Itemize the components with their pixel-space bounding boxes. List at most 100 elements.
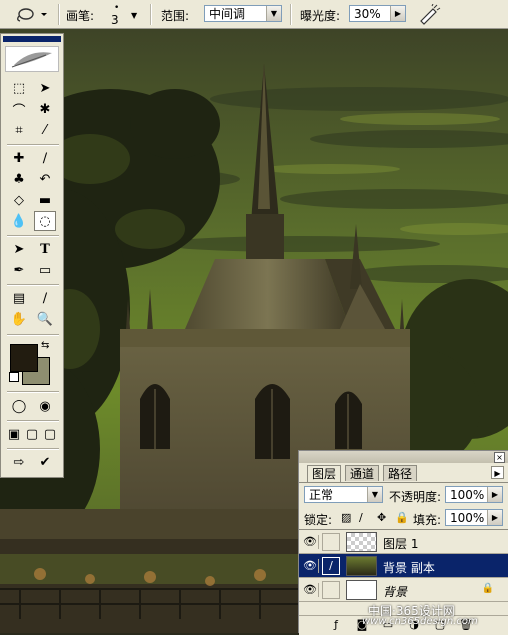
options-bar: 画笔: • 3 ▼ 范围: 中间调 ▼ 曝光度: 30% ▶ bbox=[0, 0, 508, 29]
divider bbox=[7, 334, 59, 336]
checkmark-icon: ✔ bbox=[39, 454, 51, 470]
screen-mode-icon: ▢ bbox=[43, 426, 57, 442]
layer-link-slot[interactable] bbox=[322, 533, 340, 551]
magic-wand-icon: ✱ bbox=[39, 101, 51, 117]
fill-value: 100% bbox=[450, 511, 485, 525]
layer-row[interactable]: 👁 图层 1 bbox=[299, 530, 508, 554]
fill-field[interactable]: 100% ▶ bbox=[445, 509, 503, 526]
eye-icon[interactable]: 👁 bbox=[302, 535, 319, 549]
lock-transparency-icon[interactable]: ▨ bbox=[341, 511, 351, 524]
opacity-field[interactable]: 100% ▶ bbox=[445, 486, 503, 503]
lasso-icon: ⌒ bbox=[12, 103, 26, 119]
zoom-tool[interactable]: 🔍 bbox=[34, 309, 56, 329]
magic-wand-tool[interactable]: ✱ bbox=[34, 99, 56, 119]
layer-row[interactable]: 👁 ∕ 背景 副本 bbox=[299, 554, 508, 578]
gradient-tool[interactable]: ▬ bbox=[34, 190, 56, 210]
jump-to-imageready-button[interactable]: ⇨ bbox=[8, 452, 30, 472]
tool-preset-picker[interactable] bbox=[14, 4, 48, 24]
history-brush-tool[interactable]: ↶ bbox=[34, 169, 56, 189]
edit-button[interactable]: ✔ bbox=[34, 452, 56, 472]
divider bbox=[7, 420, 59, 422]
chevron-down-icon: ▼ bbox=[367, 487, 382, 502]
lock-position-icon[interactable]: ✥ bbox=[377, 511, 386, 524]
slice-icon: ⁄ bbox=[43, 122, 47, 138]
close-icon[interactable]: × bbox=[494, 452, 505, 463]
clone-stamp-tool[interactable]: ♣ bbox=[8, 169, 30, 189]
palette-tabs: 图层 通道 路径 bbox=[299, 465, 508, 483]
exposure-label: 曝光度: bbox=[300, 9, 341, 23]
brush-label: 画笔: bbox=[66, 9, 95, 23]
slice-tool[interactable]: ⁄ bbox=[34, 120, 56, 140]
brush-icon[interactable]: ∕ bbox=[322, 557, 340, 575]
airbrush-toggle[interactable] bbox=[416, 3, 442, 25]
move-icon: ➤ bbox=[39, 80, 51, 96]
screen-mode-standard[interactable]: ▣ bbox=[5, 424, 23, 444]
drop-icon: 💧 bbox=[10, 213, 28, 229]
layer-row[interactable]: 👁 背景 🔒 bbox=[299, 578, 508, 602]
lasso-tool[interactable]: ⌒ bbox=[8, 99, 30, 119]
layer-style-icon[interactable]: ƒ bbox=[329, 618, 343, 632]
tab-layers[interactable]: 图层 bbox=[307, 465, 342, 482]
brush-tool[interactable]: ∕ bbox=[34, 148, 56, 168]
burn-tool-icon bbox=[17, 8, 47, 22]
quick-mask-icon: ◉ bbox=[39, 398, 51, 414]
toolbox-titlebar[interactable] bbox=[3, 36, 61, 42]
hand-tool[interactable]: ✋ bbox=[8, 309, 30, 329]
range-select[interactable]: 中间调 ▼ bbox=[204, 5, 282, 22]
eye-icon[interactable]: 👁 bbox=[302, 583, 319, 597]
brush-size-picker[interactable]: • 3 ▼ bbox=[108, 3, 142, 28]
notes-tool[interactable]: ▤ bbox=[8, 288, 30, 308]
marquee-tool[interactable]: ⬚ bbox=[8, 78, 30, 98]
chevron-down-icon: ▼ bbox=[266, 6, 281, 21]
layer-link-slot[interactable] bbox=[322, 581, 340, 599]
burn-tool[interactable]: ◌ bbox=[34, 211, 56, 231]
layer-name: 背景 副本 bbox=[383, 561, 435, 575]
healing-brush-tool[interactable]: ✚ bbox=[8, 148, 30, 168]
screen-mode-full[interactable]: ▢ bbox=[41, 424, 59, 444]
arrow-icon: ➤ bbox=[13, 241, 25, 257]
blend-mode-select[interactable]: 正常 ▼ bbox=[304, 486, 383, 503]
exposure-value: 30% bbox=[354, 7, 381, 21]
hand-icon: ✋ bbox=[10, 311, 28, 327]
notes-icon: ▤ bbox=[12, 290, 26, 306]
default-colors-icon[interactable] bbox=[9, 372, 19, 382]
brush-icon: ∕ bbox=[42, 150, 48, 166]
chevron-down-icon: ▼ bbox=[131, 11, 138, 20]
palette-menu-button[interactable]: ▶ bbox=[491, 466, 504, 479]
swap-colors-icon[interactable]: ⇆ bbox=[41, 340, 49, 351]
tab-paths[interactable]: 路径 bbox=[383, 465, 418, 481]
lock-paint-icon[interactable]: ∕ bbox=[359, 511, 363, 524]
exposure-field[interactable]: 30% ▶ bbox=[349, 5, 406, 22]
opacity-label: 不透明度: bbox=[389, 490, 442, 504]
palette-titlebar[interactable]: × bbox=[299, 451, 508, 463]
pen-tool[interactable]: ✒ bbox=[8, 260, 30, 280]
crop-tool[interactable]: ⌗ bbox=[8, 120, 30, 140]
divider bbox=[7, 284, 59, 286]
move-tool[interactable]: ➤ bbox=[34, 78, 56, 98]
standard-mode-button[interactable]: ◯ bbox=[8, 396, 30, 416]
blur-tool[interactable]: 💧 bbox=[8, 211, 30, 231]
type-tool[interactable]: T bbox=[34, 239, 56, 259]
eyedropper-tool[interactable]: ∕ bbox=[34, 288, 56, 308]
watermark-url: www.cn365design.com bbox=[362, 616, 478, 627]
brush-dot-icon: • bbox=[114, 3, 120, 13]
screen-mode-icon: ▣ bbox=[7, 426, 21, 442]
feather-logo[interactable] bbox=[5, 46, 59, 72]
screen-mode-menubar[interactable]: ▢ bbox=[23, 424, 41, 444]
gradient-icon: ▬ bbox=[38, 192, 52, 208]
rectangle-tool[interactable]: ▭ bbox=[34, 260, 56, 280]
divider bbox=[7, 235, 59, 237]
foreground-color-swatch[interactable] bbox=[10, 344, 38, 372]
path-selection-tool[interactable]: ➤ bbox=[8, 239, 30, 259]
divider bbox=[290, 4, 292, 25]
layer-name: 图层 1 bbox=[383, 537, 419, 551]
feather-icon bbox=[11, 52, 52, 68]
eye-icon[interactable]: 👁 bbox=[302, 559, 319, 573]
rectangle-icon: ▭ bbox=[38, 262, 52, 278]
eraser-tool[interactable]: ◇ bbox=[8, 190, 30, 210]
lock-all-icon[interactable]: 🔒 bbox=[395, 511, 409, 524]
layer-name: 背景 bbox=[383, 585, 408, 599]
divider bbox=[7, 144, 59, 146]
tab-channels[interactable]: 通道 bbox=[345, 465, 380, 481]
quick-mask-button[interactable]: ◉ bbox=[34, 396, 56, 416]
